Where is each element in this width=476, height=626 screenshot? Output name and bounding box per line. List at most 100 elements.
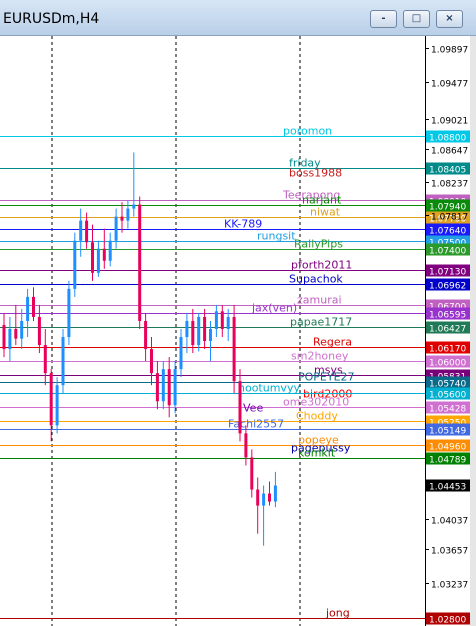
level-price-label: 1.07400 [429, 247, 466, 257]
candle-body [220, 311, 224, 329]
level-price-label: 1.05149 [429, 427, 466, 437]
level-label: komkit [298, 447, 336, 460]
level-price-label: 1.06962 [429, 282, 466, 292]
restore-button[interactable]: □ [403, 10, 430, 28]
level-label: rungsit [257, 230, 296, 243]
window-title: EURUSDm,H4 [3, 11, 100, 27]
level-label: Regera [313, 336, 352, 349]
candle-body [214, 311, 218, 329]
close-icon: × [445, 13, 454, 24]
candle-body [273, 485, 277, 502]
candle-body [96, 248, 100, 273]
candle-body [126, 208, 130, 221]
candle-body [20, 320, 24, 339]
price-tick-label: 1.09897 [431, 46, 468, 56]
candle-body [244, 433, 248, 458]
candle-body [61, 337, 65, 386]
level-label: jax(ven) [251, 302, 297, 315]
level-label: zamurai [297, 294, 342, 307]
candle-body [185, 320, 189, 338]
candle-body [85, 220, 89, 243]
candle-body [256, 489, 260, 506]
level-price-label: 1.06170 [429, 345, 466, 355]
current-price-label: 1.04453 [429, 483, 466, 493]
level-label: Fachi2557 [228, 418, 284, 431]
price-tick-label: 1.03657 [431, 547, 468, 557]
level-price-label: 1.08405 [429, 166, 466, 176]
candle-body [114, 216, 118, 241]
chart-window: EURUSDm,H4 - □ × 1.08800 poromon 1.08405 fr… [0, 0, 476, 626]
candle-body [155, 373, 159, 402]
candle-body [203, 316, 207, 342]
level-price-label: 1.05428 [429, 405, 466, 415]
candle-body [14, 328, 18, 339]
price-axis-separator [425, 36, 426, 626]
level-label: sm2honey [291, 350, 349, 363]
level-price-label: 1.08800 [429, 134, 466, 144]
level-price-label: 1.06000 [429, 359, 466, 369]
candle-body [173, 369, 177, 406]
level-label: pforth2011 [291, 259, 352, 272]
candle-body [108, 240, 112, 261]
minimize-icon: - [381, 13, 386, 24]
candle-body [138, 204, 142, 321]
price-tick-label: 1.07817 [431, 213, 468, 223]
level-price-label: 1.07130 [429, 268, 466, 278]
candle-body [37, 316, 41, 346]
title-bar[interactable]: EURUSDm,H4 - □ × [0, 0, 476, 36]
level-label: Choddy [296, 410, 338, 423]
candle-body [26, 296, 30, 321]
candle-body [197, 316, 201, 346]
candle-body [268, 493, 271, 502]
candle-body [120, 216, 124, 221]
candle-body [144, 320, 148, 350]
candle-body [43, 345, 47, 374]
level-label: niwat [310, 206, 341, 219]
price-chart[interactable]: 1.08800poromon1.08405fridayboss19881.080… [0, 36, 476, 626]
candle-body [102, 248, 106, 261]
level-price-label: 1.06595 [429, 311, 466, 321]
candle-body [262, 493, 266, 506]
candle-body [232, 316, 236, 382]
minimize-button[interactable]: - [370, 10, 397, 28]
candle-body [67, 288, 71, 338]
level-price-label: 1.07640 [429, 227, 466, 237]
restore-icon: □ [411, 13, 422, 24]
candle-body [226, 316, 230, 329]
candle-body [2, 324, 6, 350]
level-price-label: 1.04789 [429, 456, 466, 466]
candle-body [79, 220, 83, 241]
price-tick-label: 1.09477 [431, 80, 468, 90]
candle-body [167, 369, 171, 406]
level-price-label: 1.02800 [429, 616, 466, 626]
candle-body [55, 385, 59, 426]
level-label: poromon [283, 125, 332, 138]
candle-body [91, 242, 94, 273]
candle-body [8, 328, 12, 350]
level-label: papae1717 [290, 316, 352, 329]
level-price-label: 1.05600 [429, 391, 466, 401]
level-label: boss1988 [289, 167, 342, 180]
level-price-label: 1.07940 [429, 203, 466, 213]
price-tick-label: 1.09021 [431, 117, 468, 127]
price-tick-label: 1.08647 [431, 147, 468, 157]
chart-scrollbar[interactable] [470, 36, 476, 626]
level-label: ome302010 [283, 396, 349, 409]
price-tick-label: 1.03237 [431, 581, 468, 591]
close-button[interactable]: × [436, 10, 463, 28]
level-price-label: 1.06427 [429, 325, 466, 335]
candle-body [73, 240, 77, 289]
level-label: RallyPips [294, 238, 343, 251]
level-label: Supachok [289, 273, 343, 286]
price-tick-label: 1.08237 [431, 180, 468, 190]
candle-body [238, 381, 242, 434]
candle-body [32, 296, 35, 317]
candle-body [179, 337, 183, 370]
level-price-label: 1.04960 [429, 443, 466, 453]
level-label: Vee [243, 402, 263, 415]
candle-body [250, 457, 254, 490]
chart-canvas[interactable]: 1.08800poromon1.08405fridayboss19881.080… [0, 36, 476, 626]
candle-body [161, 369, 165, 402]
price-tick-label: 1.04037 [431, 517, 468, 527]
candle-body [150, 349, 153, 374]
